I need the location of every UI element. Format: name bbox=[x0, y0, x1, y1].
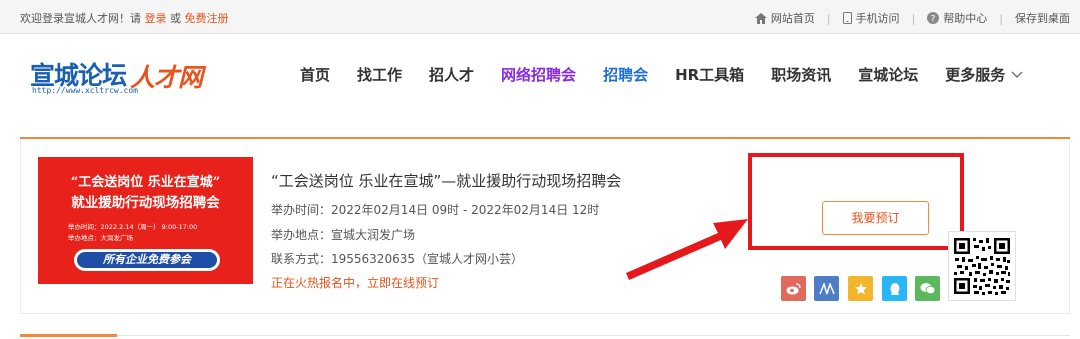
mobile-icon bbox=[842, 12, 852, 24]
kaixin-icon[interactable] bbox=[848, 276, 873, 301]
book-button[interactable]: 我要预订 bbox=[822, 201, 929, 235]
nav-more-services[interactable]: 更多服务 bbox=[945, 64, 1023, 85]
fair-contact: 联系方式：19556320635（宣城人才网小芸） bbox=[271, 252, 523, 266]
bottom-divider bbox=[117, 335, 1070, 336]
home-icon bbox=[754, 12, 767, 24]
banner-time: 举办时间：2022.2.14（周一） 9:00-17:00 bbox=[68, 223, 198, 231]
register-link[interactable]: 免费注册 bbox=[185, 12, 229, 25]
nav-online-fair[interactable]: 网络招聘会 bbox=[501, 64, 576, 85]
mobile-link[interactable]: 手机访问 bbox=[842, 10, 900, 26]
qr-code-image bbox=[948, 231, 1016, 301]
mobile-link-label: 手机访问 bbox=[855, 12, 900, 25]
nav-recruit[interactable]: 招人才 bbox=[429, 64, 474, 85]
nav-home[interactable]: 首页 bbox=[300, 64, 330, 85]
banner-line1: “工会送岗位 乐业在宣城” bbox=[70, 175, 221, 190]
separator: | bbox=[911, 11, 916, 25]
banner-line2: 就业援助行动现场招聘会 bbox=[71, 195, 220, 211]
logo-url: http://www.xcltrcw.com bbox=[32, 86, 138, 95]
logo-text-talent: 人才网 bbox=[130, 63, 203, 92]
nav-career-news[interactable]: 职场资讯 bbox=[771, 64, 831, 85]
qq-icon[interactable] bbox=[882, 276, 907, 301]
nav-hr-tools[interactable]: HR工具箱 bbox=[675, 64, 744, 85]
save-desktop-label: 保存到桌面 bbox=[1015, 12, 1070, 25]
fair-time: 举办时间：2022年02月14日 09时 - 2022年02月14日 12时 bbox=[271, 203, 600, 217]
fair-status: 正在火热报名中，立即在线预订 bbox=[271, 276, 440, 290]
banner-free-label: 所有企业免费参会 bbox=[77, 252, 217, 268]
fair-location: 举办地点：宣城大润发广场 bbox=[271, 228, 416, 242]
help-link[interactable]: ? 帮助中心 bbox=[927, 10, 987, 26]
or-text: 或 bbox=[170, 12, 181, 25]
banner-location: 举办地点：大润发广场 bbox=[68, 234, 133, 242]
separator: | bbox=[826, 11, 831, 25]
weibo-icon[interactable] bbox=[781, 276, 806, 301]
nav-forum[interactable]: 宣城论坛 bbox=[858, 64, 918, 85]
home-link-label: 网站首页 bbox=[770, 12, 815, 25]
banner-free-badge: 所有企业免费参会 bbox=[74, 249, 220, 271]
top-links: 网站首页 | 手机访问 | ? 帮助中心 | 保存到桌面 bbox=[754, 10, 1070, 26]
fair-title[interactable]: “工会送岗位 乐业在宣城”—就业援助行动现场招聘会 bbox=[271, 170, 621, 191]
fair-banner-image[interactable]: “工会送岗位 乐业在宣城” 就业援助行动现场招聘会 举办时间：2022.2.14… bbox=[38, 157, 253, 284]
wechat-icon[interactable] bbox=[915, 276, 940, 301]
save-desktop-link[interactable]: 保存到桌面 bbox=[1015, 10, 1070, 26]
home-link[interactable]: 网站首页 bbox=[754, 10, 815, 26]
nav-job-fair[interactable]: 招聘会 bbox=[603, 64, 648, 85]
top-bar: 欢迎登录宣城人才网！请 登录 或 免费注册 网站首页 | 手机访问 | ? 帮助… bbox=[0, 0, 1080, 34]
welcome-prefix: 欢迎登录宣城人才网！请 bbox=[20, 12, 141, 25]
bottom-tab-indicator bbox=[20, 334, 117, 337]
renren-icon[interactable] bbox=[814, 276, 839, 301]
help-icon: ? bbox=[927, 12, 940, 25]
help-link-label: 帮助中心 bbox=[943, 12, 988, 25]
main-nav: 首页 找工作 招人才 网络招聘会 招聘会 HR工具箱 职场资讯 宣城论坛 更多服… bbox=[300, 64, 1050, 85]
svg-text:?: ? bbox=[931, 15, 936, 25]
nav-more-label: 更多服务 bbox=[945, 66, 1006, 84]
separator: | bbox=[999, 11, 1003, 25]
welcome-text: 欢迎登录宣城人才网！请 登录 或 免费注册 bbox=[20, 10, 229, 26]
site-logo[interactable]: 宣城论坛 人才网 http://www.xcltrcw.com bbox=[30, 56, 230, 100]
login-link[interactable]: 登录 bbox=[145, 12, 167, 25]
nav-find-job[interactable]: 找工作 bbox=[357, 64, 402, 85]
chevron-down-icon bbox=[1011, 71, 1023, 78]
